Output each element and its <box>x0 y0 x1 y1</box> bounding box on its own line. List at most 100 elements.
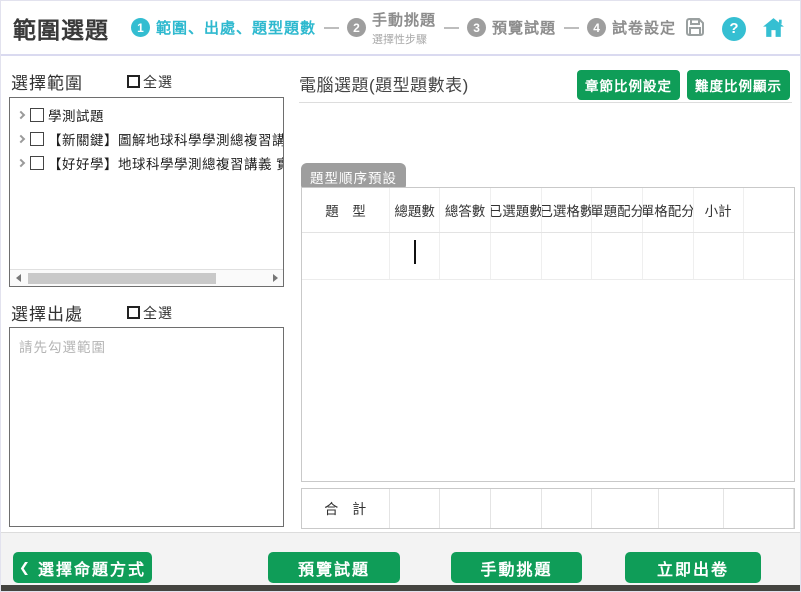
chevron-right-icon <box>17 111 25 119</box>
step-separator <box>444 27 459 29</box>
table-header-cell: 小計 <box>694 188 744 232</box>
manual-pick-button[interactable]: 手動挑題 <box>451 552 582 583</box>
table-data-cell[interactable] <box>491 233 542 279</box>
table-data-cell[interactable] <box>592 233 643 279</box>
step-3[interactable]: 3 預覽試題 <box>467 17 556 38</box>
tree-item-label: 學測試題 <box>48 105 104 125</box>
source-select-all-checkbox[interactable] <box>127 306 140 319</box>
step-label: 範圍、出處、題型題數 <box>156 17 316 38</box>
table-data-cell[interactable] <box>643 233 694 279</box>
step-label: 試卷設定 <box>612 17 676 38</box>
tree-item-checkbox[interactable] <box>30 108 44 122</box>
total-value-cell <box>592 489 659 528</box>
table-data-cell[interactable] <box>694 233 744 279</box>
tree-item[interactable]: 學測試題 <box>14 103 283 127</box>
header-icons: ? <box>682 1 786 56</box>
computer-select-title: 電腦選題(題型題數表) <box>299 71 469 96</box>
table-header-cell: 單題配分 <box>592 188 643 232</box>
generate-paper-button[interactable]: 立即出卷 <box>625 552 761 583</box>
step-1[interactable]: 1 範圍、出處、題型題數 <box>131 17 316 38</box>
expand-arrow-icon[interactable] <box>14 136 28 142</box>
horizontal-scrollbar[interactable] <box>10 269 283 286</box>
step-labels: 範圍、出處、題型題數 <box>156 17 316 38</box>
scrollbar-thumb[interactable] <box>28 273 216 284</box>
range-select-all-label: 全選 <box>143 72 173 92</box>
table-header-cell: 已選題數 <box>491 188 542 232</box>
total-value-cell <box>440 489 491 528</box>
expand-arrow-icon[interactable] <box>14 112 28 118</box>
tree-item[interactable]: 【新關鍵】圖解地球科學學測總複習講義 <box>14 127 283 151</box>
chevron-right-icon <box>17 135 25 143</box>
step-labels: 預覽試題 <box>492 17 556 38</box>
scroll-left-arrow-icon[interactable] <box>10 270 26 286</box>
table-total-row: 合 計 <box>302 489 794 528</box>
total-value-cell <box>659 489 724 528</box>
bottom-edge-strip <box>1 585 800 591</box>
scrollbar-track[interactable] <box>26 270 267 286</box>
step-number-badge: 4 <box>587 18 606 37</box>
table-data-row[interactable] <box>302 233 794 280</box>
table-data-cell[interactable] <box>390 233 440 279</box>
source-panel-title: 選擇出處 <box>11 300 83 325</box>
expand-arrow-icon[interactable] <box>14 160 28 166</box>
help-button[interactable]: ? <box>721 16 747 42</box>
tree-item-checkbox[interactable] <box>30 156 44 170</box>
step-4[interactable]: 4 試卷設定 <box>587 17 676 38</box>
text-caret <box>414 240 416 264</box>
save-icon <box>683 15 707 42</box>
scroll-right-arrow-icon[interactable] <box>267 270 283 286</box>
table-header-cell: 已選格數 <box>542 188 593 232</box>
step-label: 手動挑題 <box>372 9 436 30</box>
table-header-cell: 總題數 <box>390 188 440 232</box>
total-value-cell <box>724 489 794 528</box>
total-label-cell: 合 計 <box>302 489 390 528</box>
total-value-cell <box>390 489 441 528</box>
ratio-buttons: 章節比例設定 難度比例顯示 <box>577 70 790 100</box>
footer-bar: ❮ 選擇命題方式 預覽試題 手動挑題 立即出卷 <box>1 532 800 587</box>
step-number-badge: 2 <box>347 18 366 37</box>
home-button[interactable] <box>760 16 786 42</box>
chevron-left-icon: ❮ <box>19 560 32 576</box>
back-to-method-button[interactable]: ❮ 選擇命題方式 <box>13 552 152 583</box>
chevron-right-icon <box>17 159 25 167</box>
back-button-label: 選擇命題方式 <box>38 556 146 580</box>
save-button[interactable] <box>682 16 708 42</box>
table-header-cell <box>744 188 794 232</box>
step-sublabel: 選擇性步驟 <box>372 31 436 47</box>
step-2[interactable]: 2 手動挑題選擇性步驟 <box>347 9 436 47</box>
difficulty-ratio-button[interactable]: 難度比例顯示 <box>687 70 790 100</box>
step-number-badge: 1 <box>131 18 150 37</box>
step-separator <box>324 27 339 29</box>
table-data-cell[interactable] <box>542 233 593 279</box>
step-number-badge: 3 <box>467 18 486 37</box>
source-select-all-label: 全選 <box>143 303 173 323</box>
help-icon: ? <box>722 17 746 41</box>
page-title: 範圍選題 <box>13 11 109 45</box>
source-list-box: 請先勾選範圍 <box>9 327 284 527</box>
total-value-cell <box>491 489 542 528</box>
step-labels: 試卷設定 <box>612 17 676 38</box>
source-select-all[interactable]: 全選 <box>127 303 173 323</box>
range-panel-title: 選擇範圍 <box>11 69 83 94</box>
tree-item[interactable]: 【好好學】地球科學學測總複習講義 實力 <box>14 151 283 175</box>
source-placeholder: 請先勾選範圍 <box>10 328 283 364</box>
tree-item-label: 【好好學】地球科學學測總複習講義 實力 <box>48 153 283 173</box>
table-header-row: 題 型總題數總答數已選題數已選格數單題配分單格配分小計 <box>302 188 794 233</box>
home-icon <box>761 15 786 43</box>
chapter-ratio-button[interactable]: 章節比例設定 <box>577 70 680 100</box>
step-label: 預覽試題 <box>492 17 556 38</box>
range-select-all-checkbox[interactable] <box>127 75 140 88</box>
table-header-cell: 總答數 <box>440 188 491 232</box>
app-window: 範圍選題 1範圍、出處、題型題數2手動挑題選擇性步驟3預覽試題4試卷設定 ? <box>0 0 801 592</box>
range-tree-box: 學測試題【新關鍵】圖解地球科學學測總複習講義【好好學】地球科學學測總複習講義 實… <box>9 97 284 287</box>
table-data-cell[interactable] <box>440 233 491 279</box>
table-data-cell[interactable] <box>744 233 794 279</box>
tree-item-checkbox[interactable] <box>30 132 44 146</box>
header: 範圍選題 1 範圍、出處、題型題數 2 手動挑題選擇性步驟 3 預覽試題 4 試卷設定 ? <box>1 1 800 56</box>
table-header-cell: 題 型 <box>302 188 390 232</box>
table-total-box: 合 計 <box>301 488 795 529</box>
range-select-all[interactable]: 全選 <box>127 72 173 92</box>
table-data-cell[interactable] <box>302 233 390 279</box>
preview-questions-button[interactable]: 預覽試題 <box>268 552 400 583</box>
tree-item-label: 【新關鍵】圖解地球科學學測總複習講義 <box>48 129 283 149</box>
